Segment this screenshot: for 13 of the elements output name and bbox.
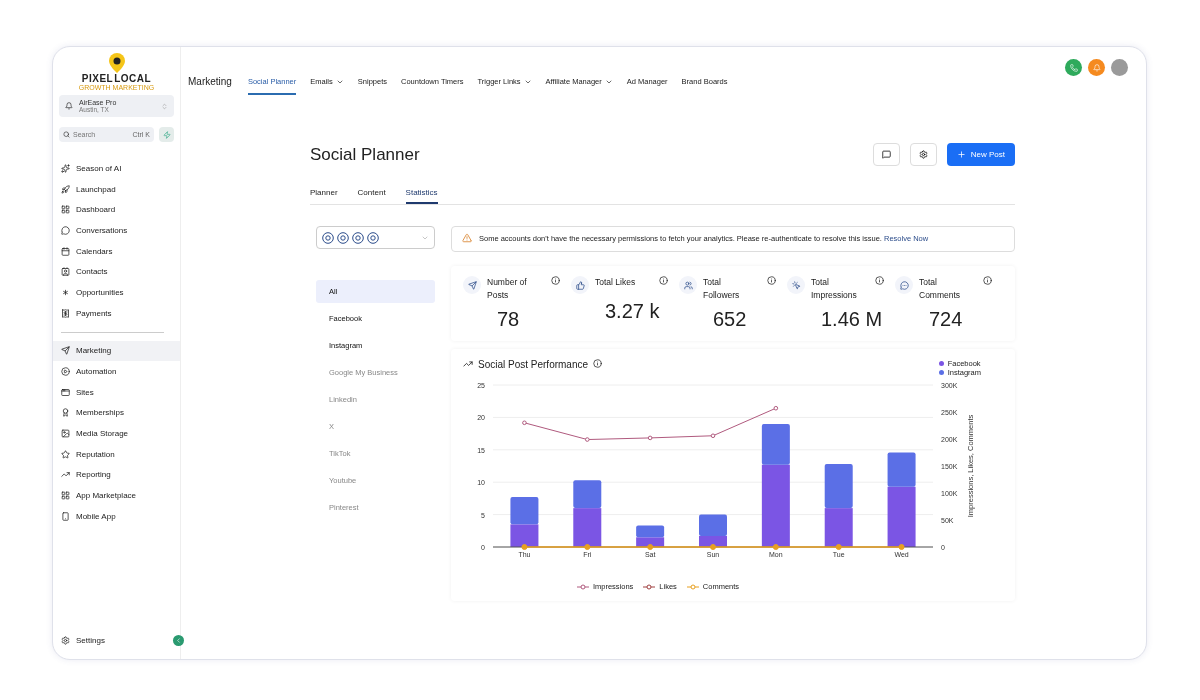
stat-value: 652 [713, 308, 748, 331]
stat-label: Total Impressions [811, 276, 858, 302]
stat-label: Total Followers [703, 276, 741, 302]
stat-value: 3.27 k [605, 300, 661, 323]
stat-label: Number of Posts [487, 276, 528, 302]
stat-value: 724 [929, 308, 964, 331]
stat-value: 1.46 M [821, 308, 884, 331]
stat-label: Total Comments [919, 276, 962, 302]
chart-title: Social Post Performance [478, 359, 589, 370]
stat-label: Total Likes [595, 276, 637, 289]
section-title: Marketing [188, 76, 232, 87]
page-title: Social Planner [310, 144, 420, 165]
stat-value: 78 [497, 308, 521, 331]
